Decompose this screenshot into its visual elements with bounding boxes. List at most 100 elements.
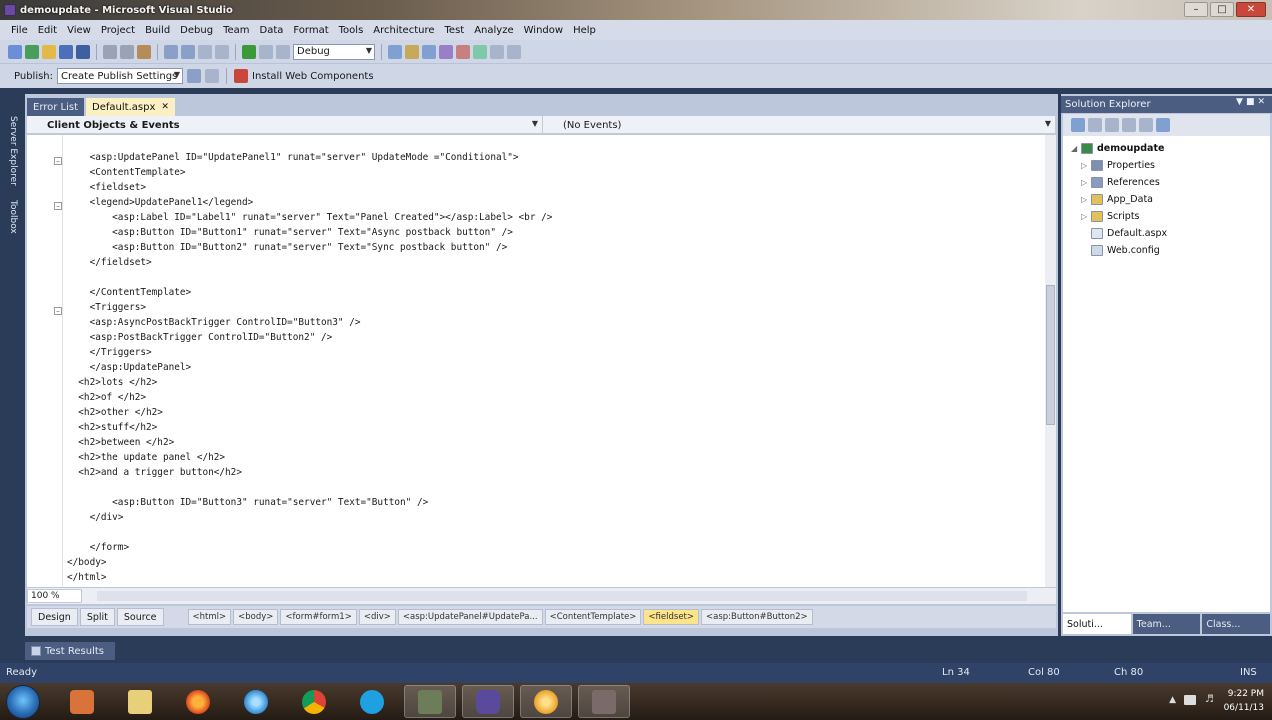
menu-format[interactable]: Format <box>288 25 333 36</box>
publish-settings-combo[interactable]: Create Publish Settings ▼ <box>57 68 184 84</box>
vertical-scrollbar[interactable] <box>1045 135 1056 587</box>
zoom-combo[interactable]: 100 % <box>27 589 82 603</box>
taskbar-app-1[interactable] <box>404 685 456 718</box>
menu-architecture[interactable]: Architecture <box>368 25 439 36</box>
add-item-icon[interactable] <box>25 44 39 59</box>
tab-class-view[interactable]: Class... <box>1202 614 1271 634</box>
toolbox-tab[interactable]: Toolbox <box>4 200 18 234</box>
expand-arrow-icon[interactable]: ▷ <box>1081 212 1091 221</box>
close-button[interactable]: ✕ <box>1236 2 1266 17</box>
publish-web-icon[interactable] <box>187 69 202 83</box>
menu-project[interactable]: Project <box>96 25 140 36</box>
taskbar-explorer[interactable] <box>114 685 166 718</box>
paste-icon[interactable] <box>137 44 151 59</box>
system-clock[interactable]: 9:22 PM 06/11/13 <box>1224 687 1264 715</box>
toolbar-options-icon[interactable] <box>507 44 521 59</box>
taskbar-app-2[interactable] <box>520 685 572 718</box>
menu-analyze[interactable]: Analyze <box>469 25 518 36</box>
menu-test[interactable]: Test <box>440 25 470 36</box>
breadcrumb-item[interactable]: <fieldset> <box>643 609 700 625</box>
expand-arrow-icon[interactable]: ◢ <box>1071 144 1081 153</box>
view-designer-icon[interactable] <box>1139 118 1153 132</box>
tree-node[interactable]: Default.aspx <box>1081 225 1167 241</box>
menu-edit[interactable]: Edit <box>33 25 62 36</box>
breadcrumb-item[interactable]: <form#form1> <box>280 609 357 625</box>
copy-icon[interactable] <box>120 44 134 59</box>
install-web-components-icon[interactable] <box>234 69 249 83</box>
menu-debug[interactable]: Debug <box>175 25 218 36</box>
install-web-components-button[interactable]: Install Web Components <box>252 71 374 82</box>
network-icon[interactable] <box>1184 695 1196 705</box>
navigate-backward-icon[interactable] <box>198 44 212 59</box>
test-results-tab[interactable]: Test Results <box>25 642 115 660</box>
menu-file[interactable]: File <box>6 25 33 36</box>
menu-help[interactable]: Help <box>568 25 601 36</box>
horizontal-scrollbar[interactable] <box>97 591 1027 601</box>
refresh-icon[interactable] <box>1105 118 1119 132</box>
server-explorer-tab[interactable]: Server Explorer <box>4 116 18 186</box>
menu-tools[interactable]: Tools <box>334 25 369 36</box>
taskbar-chrome[interactable] <box>288 685 340 718</box>
object-browser-icon[interactable] <box>439 44 453 59</box>
design-view-button[interactable]: Design <box>31 608 78 626</box>
close-tab-icon[interactable]: ✕ <box>161 102 169 112</box>
taskbar-app-3[interactable] <box>578 685 630 718</box>
find-in-files-icon[interactable] <box>388 44 402 59</box>
breadcrumb-item[interactable]: <ContentTemplate> <box>544 609 642 625</box>
show-all-files-icon[interactable] <box>1088 118 1102 132</box>
collapse-icon[interactable]: – <box>54 202 62 210</box>
redo-icon[interactable] <box>181 44 195 59</box>
tab-solution-explorer[interactable]: Soluti... <box>1063 614 1131 634</box>
save-icon[interactable] <box>59 44 73 59</box>
scrollbar-thumb[interactable] <box>1046 285 1055 425</box>
events-combo[interactable]: (No Events) ▼ <box>543 116 1056 134</box>
menu-team[interactable]: Team <box>218 25 254 36</box>
menu-view[interactable]: View <box>62 25 96 36</box>
taskbar-media-player[interactable] <box>56 685 108 718</box>
solution-explorer-icon[interactable] <box>405 44 419 59</box>
breadcrumb-item[interactable]: <asp:UpdatePanel#UpdatePa... <box>397 609 543 625</box>
breadcrumb-item[interactable]: <asp:Button#Button2> <box>701 609 813 625</box>
new-project-icon[interactable] <box>8 44 22 59</box>
expand-arrow-icon[interactable]: ▷ <box>1081 161 1091 170</box>
tree-node[interactable]: ▷ Scripts <box>1081 208 1140 224</box>
menu-build[interactable]: Build <box>140 25 175 36</box>
step-icon[interactable] <box>259 44 273 59</box>
code-editor[interactable]: – – – <asp:UpdatePanel ID="UpdatePanel1"… <box>27 135 1045 587</box>
tree-node[interactable]: ▷ References <box>1081 174 1160 190</box>
toolbox-icon[interactable] <box>456 44 470 59</box>
breadcrumb-item[interactable]: <html> <box>187 609 232 625</box>
start-debugging-icon[interactable] <box>242 44 256 59</box>
cut-icon[interactable] <box>103 44 117 59</box>
taskbar-skype[interactable] <box>346 685 398 718</box>
properties-icon[interactable] <box>1071 118 1085 132</box>
publish-settings-icon[interactable] <box>205 69 220 83</box>
taskbar-ie[interactable] <box>230 685 282 718</box>
menu-data[interactable]: Data <box>255 25 289 36</box>
breadcrumb-item[interactable]: <body> <box>233 609 279 625</box>
open-file-icon[interactable] <box>42 44 56 59</box>
source-view-button[interactable]: Source <box>116 608 164 626</box>
tab-error-list[interactable]: Error List <box>27 98 85 116</box>
client-objects-combo[interactable]: Client Objects & Events ▼ <box>27 116 543 134</box>
properties-window-icon[interactable] <box>422 44 436 59</box>
volume-icon[interactable]: ♬ <box>1205 694 1214 705</box>
save-all-icon[interactable] <box>76 44 90 59</box>
collapse-icon[interactable]: – <box>54 307 62 315</box>
tree-node[interactable]: ◢ demoupdate <box>1071 140 1164 156</box>
maximize-button[interactable]: □ <box>1210 2 1234 17</box>
extension-manager-icon[interactable] <box>490 44 504 59</box>
tree-node[interactable]: ▷ Properties <box>1081 157 1155 173</box>
show-hidden-icons[interactable]: ▲ <box>1169 695 1176 705</box>
minimize-button[interactable]: – <box>1184 2 1208 17</box>
expand-arrow-icon[interactable]: ▷ <box>1081 195 1091 204</box>
taskbar-firefox[interactable] <box>172 685 224 718</box>
collapse-icon[interactable]: – <box>54 157 62 165</box>
menu-window[interactable]: Window <box>519 25 568 36</box>
start-page-icon[interactable] <box>473 44 487 59</box>
taskbar-visual-studio[interactable] <box>462 685 514 718</box>
panel-controls-icon[interactable]: ▼■✕ <box>1236 97 1268 107</box>
tab-team-explorer[interactable]: Team... <box>1132 614 1201 634</box>
undo-icon[interactable] <box>164 44 178 59</box>
tab-default-aspx[interactable]: Default.aspx ✕ <box>86 98 175 116</box>
